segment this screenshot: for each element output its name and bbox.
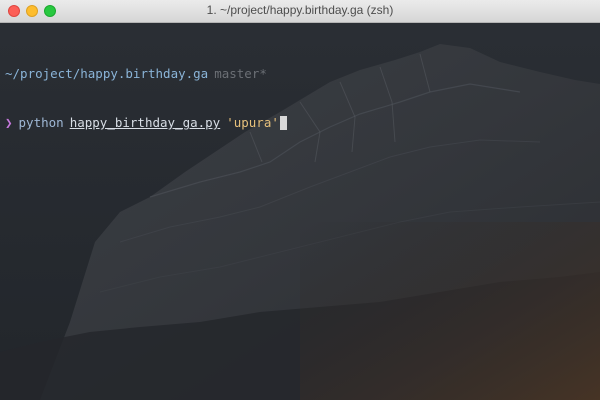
script-filename: happy_birthday_ga.py: [69, 115, 221, 130]
command-argument: 'upura': [226, 115, 279, 130]
text-cursor: [279, 116, 287, 130]
terminal-window: 1. ~/project/happy.birthday.ga (zsh) ~/p…: [0, 0, 600, 400]
command-line[interactable]: ❯ python happy_birthday_ga.py 'upura': [5, 115, 600, 132]
command-text: python: [18, 115, 64, 130]
window-title: 1. ~/project/happy.birthday.ga (zsh): [206, 3, 394, 17]
prompt-context-line: ~/project/happy.birthday.ga master*: [5, 66, 600, 83]
terminal-content[interactable]: ~/project/happy.birthday.ga master* ❯ pyth…: [0, 22, 600, 400]
prompt-arrow-icon: ❯: [5, 115, 13, 130]
title-bar[interactable]: 1. ~/project/happy.birthday.ga (zsh): [0, 0, 600, 23]
git-branch: master*: [214, 66, 267, 81]
current-directory: ~/project/happy.birthday.ga: [5, 66, 209, 81]
